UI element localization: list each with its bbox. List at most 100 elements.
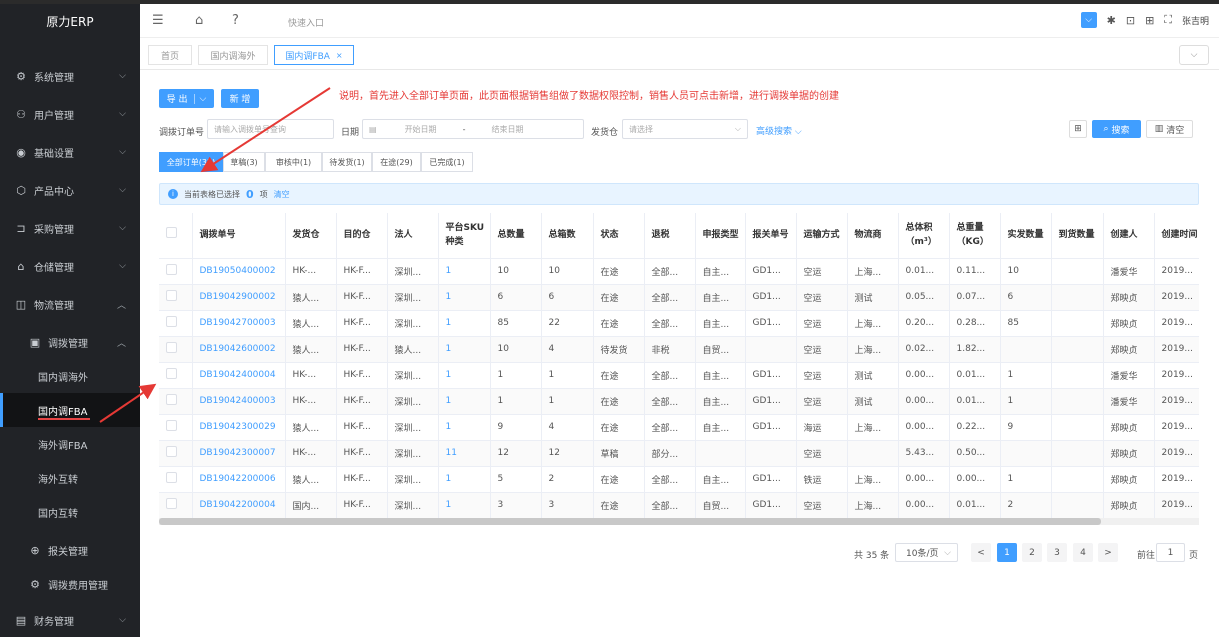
- quick-entry[interactable]: 快速入口: [288, 16, 324, 29]
- horizontal-scrollbar[interactable]: [159, 518, 1199, 525]
- status-tab-all[interactable]: 全部订单(35): [159, 152, 223, 172]
- row-checkbox[interactable]: [166, 368, 177, 379]
- table-row[interactable]: DB19042700003 猿人... HK-F... 深圳... 1 85 22 在途 全部.…: [159, 310, 1199, 337]
- date-range-input[interactable]: ▤ 开始日期 - 结束日期: [362, 119, 584, 139]
- clear-button[interactable]: ▥ 清空: [1146, 120, 1193, 138]
- row-select-cell[interactable]: [159, 388, 193, 415]
- order-number-link[interactable]: DB19042400003: [192, 388, 286, 415]
- sku-count-link[interactable]: 1: [438, 414, 491, 441]
- sidebar-item-warehouse[interactable]: ⌂ 仓储管理 ⌵: [0, 249, 140, 283]
- status-tab-reviewing[interactable]: 审核中(1): [265, 152, 322, 172]
- sku-count-link[interactable]: 1: [438, 388, 491, 415]
- prev-page-button[interactable]: <: [971, 543, 991, 562]
- table-row[interactable]: DB19042400003 HK-... HK-F... 深圳... 1 1 1 在途 全部..…: [159, 388, 1199, 415]
- row-checkbox[interactable]: [166, 342, 177, 353]
- tab-domestic-overseas[interactable]: 国内调海外: [198, 45, 268, 65]
- sidebar-item-basic-settings[interactable]: ◉ 基础设置 ⌵: [0, 135, 140, 169]
- scrollbar-thumb[interactable]: [159, 518, 1101, 525]
- order-number-link[interactable]: DB19050400002: [192, 258, 286, 285]
- sidebar-item-overseas-fba[interactable]: 海外调FBA: [0, 427, 140, 461]
- close-icon[interactable]: ×: [336, 51, 343, 60]
- chevron-down-icon[interactable]: ⌵: [193, 93, 206, 104]
- goto-page-input[interactable]: 1: [1156, 543, 1185, 562]
- table-row[interactable]: DB19050400002 HK-... HK-F... 深圳... 1 10 10 在途 全部…: [159, 258, 1199, 285]
- sku-count-link[interactable]: 1: [438, 362, 491, 389]
- row-select-cell[interactable]: [159, 310, 193, 337]
- page-4-button[interactable]: 4: [1073, 543, 1093, 562]
- export-button[interactable]: 导 出 ⌵: [159, 89, 214, 108]
- row-checkbox[interactable]: [166, 420, 177, 431]
- order-number-link[interactable]: DB19042200004: [192, 492, 286, 519]
- page-1-button[interactable]: 1: [997, 543, 1017, 562]
- selection-clear-link[interactable]: 清空: [274, 189, 290, 200]
- table-row[interactable]: DB19042200006 猿人... HK-F... 深圳... 1 5 2 在途 全部...…: [159, 466, 1199, 493]
- warehouse-select[interactable]: 请选择 ⌵: [622, 119, 748, 139]
- row-checkbox[interactable]: [166, 316, 177, 327]
- status-tab-in-transit[interactable]: 在途(29): [372, 152, 421, 172]
- home-icon[interactable]: ⌂: [195, 13, 203, 28]
- sidebar-item-finance[interactable]: ▤ 财务管理 ⌵: [0, 603, 140, 637]
- row-checkbox[interactable]: [166, 472, 177, 483]
- order-number-link[interactable]: DB19042300007: [192, 440, 286, 467]
- page-3-button[interactable]: 3: [1047, 543, 1067, 562]
- dropdown-icon[interactable]: ⌵: [1080, 12, 1097, 28]
- sidebar-item-domestic-overseas[interactable]: 国内调海外: [0, 359, 140, 393]
- sidebar-item-domestic-transfer[interactable]: 国内互转: [0, 495, 140, 529]
- table-row[interactable]: DB19042600002 猿人... HK-F... 猿人... 1 10 4 待发货 非税自…: [159, 336, 1199, 363]
- row-checkbox[interactable]: [166, 498, 177, 509]
- sku-count-link[interactable]: 11: [438, 440, 491, 467]
- menu-toggle-icon[interactable]: ☰: [152, 13, 164, 28]
- search-button[interactable]: ⌕ 搜索: [1092, 120, 1141, 138]
- user-name[interactable]: 张吉明: [1182, 14, 1209, 27]
- table-row[interactable]: DB19042400004 HK-... HK-F... 深圳... 1 1 1 在途 全部..…: [159, 362, 1199, 389]
- status-tab-draft[interactable]: 草稿(3): [223, 152, 265, 172]
- row-select-cell[interactable]: [159, 284, 193, 311]
- row-select-cell[interactable]: [159, 466, 193, 493]
- row-select-cell[interactable]: [159, 336, 193, 363]
- status-tab-pending[interactable]: 待发货(1): [322, 152, 372, 172]
- row-select-cell[interactable]: [159, 362, 193, 389]
- sku-count-link[interactable]: 1: [438, 284, 491, 311]
- order-number-link[interactable]: DB19042300029: [192, 414, 286, 441]
- order-number-link[interactable]: DB19042700003: [192, 310, 286, 337]
- sidebar-item-products[interactable]: ⬡ 产品中心 ⌵: [0, 173, 140, 207]
- sidebar-item-purchase[interactable]: ⊐ 采购管理 ⌵: [0, 211, 140, 245]
- lock-icon[interactable]: ⊡: [1126, 14, 1135, 27]
- sku-count-link[interactable]: 1: [438, 336, 491, 363]
- page-2-button[interactable]: 2: [1022, 543, 1042, 562]
- tabs-more-button[interactable]: ⌵: [1179, 45, 1209, 65]
- table-row[interactable]: DB19042300029 猿人... HK-F... 深圳... 1 9 4 在途 全部...…: [159, 414, 1199, 441]
- tab-home[interactable]: 首页: [148, 45, 192, 65]
- table-row[interactable]: DB19042300007 HK-... HK-F... 深圳... 11 12 12 草稿部…: [159, 440, 1199, 467]
- advanced-search-link[interactable]: 高级搜索 ⌵: [756, 124, 802, 137]
- sidebar-item-customs[interactable]: ⊕ 报关管理: [0, 533, 140, 567]
- sidebar-item-transfer-fees[interactable]: ⚙ 调拨费用管理: [0, 567, 140, 601]
- row-checkbox[interactable]: [166, 394, 177, 405]
- select-all-checkbox[interactable]: [166, 227, 177, 239]
- order-number-link[interactable]: DB19042400004: [192, 362, 286, 389]
- tab-domestic-fba[interactable]: 国内调FBA ×: [274, 45, 354, 65]
- sidebar-item-users[interactable]: ⚇ 用户管理 ⌵: [0, 97, 140, 131]
- row-select-cell[interactable]: [159, 492, 193, 519]
- status-tab-completed[interactable]: 已完成(1): [421, 152, 473, 172]
- select-all-cell[interactable]: [159, 213, 193, 259]
- new-button[interactable]: 新 增: [221, 89, 259, 108]
- order-number-link[interactable]: DB19042600002: [192, 336, 286, 363]
- order-number-input[interactable]: 请输入调拨单号查询: [207, 119, 334, 139]
- bug-icon[interactable]: ✱: [1107, 14, 1116, 27]
- sidebar-item-domestic-fba[interactable]: 国内调FBA: [0, 393, 140, 427]
- sidebar-item-system[interactable]: ⚙ 系统管理 ⌵: [0, 59, 140, 93]
- sidebar-item-logistics[interactable]: ◫ 物流管理 ︿: [0, 287, 140, 321]
- table-row[interactable]: DB19042200004 国内... HK-F... 深圳... 1 3 3 在途 全部...…: [159, 492, 1199, 519]
- page-size-select[interactable]: 10条/页 ⌵: [895, 543, 958, 562]
- sku-count-link[interactable]: 1: [438, 466, 491, 493]
- row-checkbox[interactable]: [166, 290, 177, 301]
- sidebar-item-overseas-transfer[interactable]: 海外互转: [0, 461, 140, 495]
- next-page-button[interactable]: >: [1098, 543, 1118, 562]
- column-settings-button[interactable]: ⊞: [1069, 120, 1087, 138]
- row-select-cell[interactable]: [159, 258, 193, 285]
- sku-count-link[interactable]: 1: [438, 310, 491, 337]
- sku-count-link[interactable]: 1: [438, 492, 491, 519]
- sku-count-link[interactable]: 1: [438, 258, 491, 285]
- row-checkbox[interactable]: [166, 264, 177, 275]
